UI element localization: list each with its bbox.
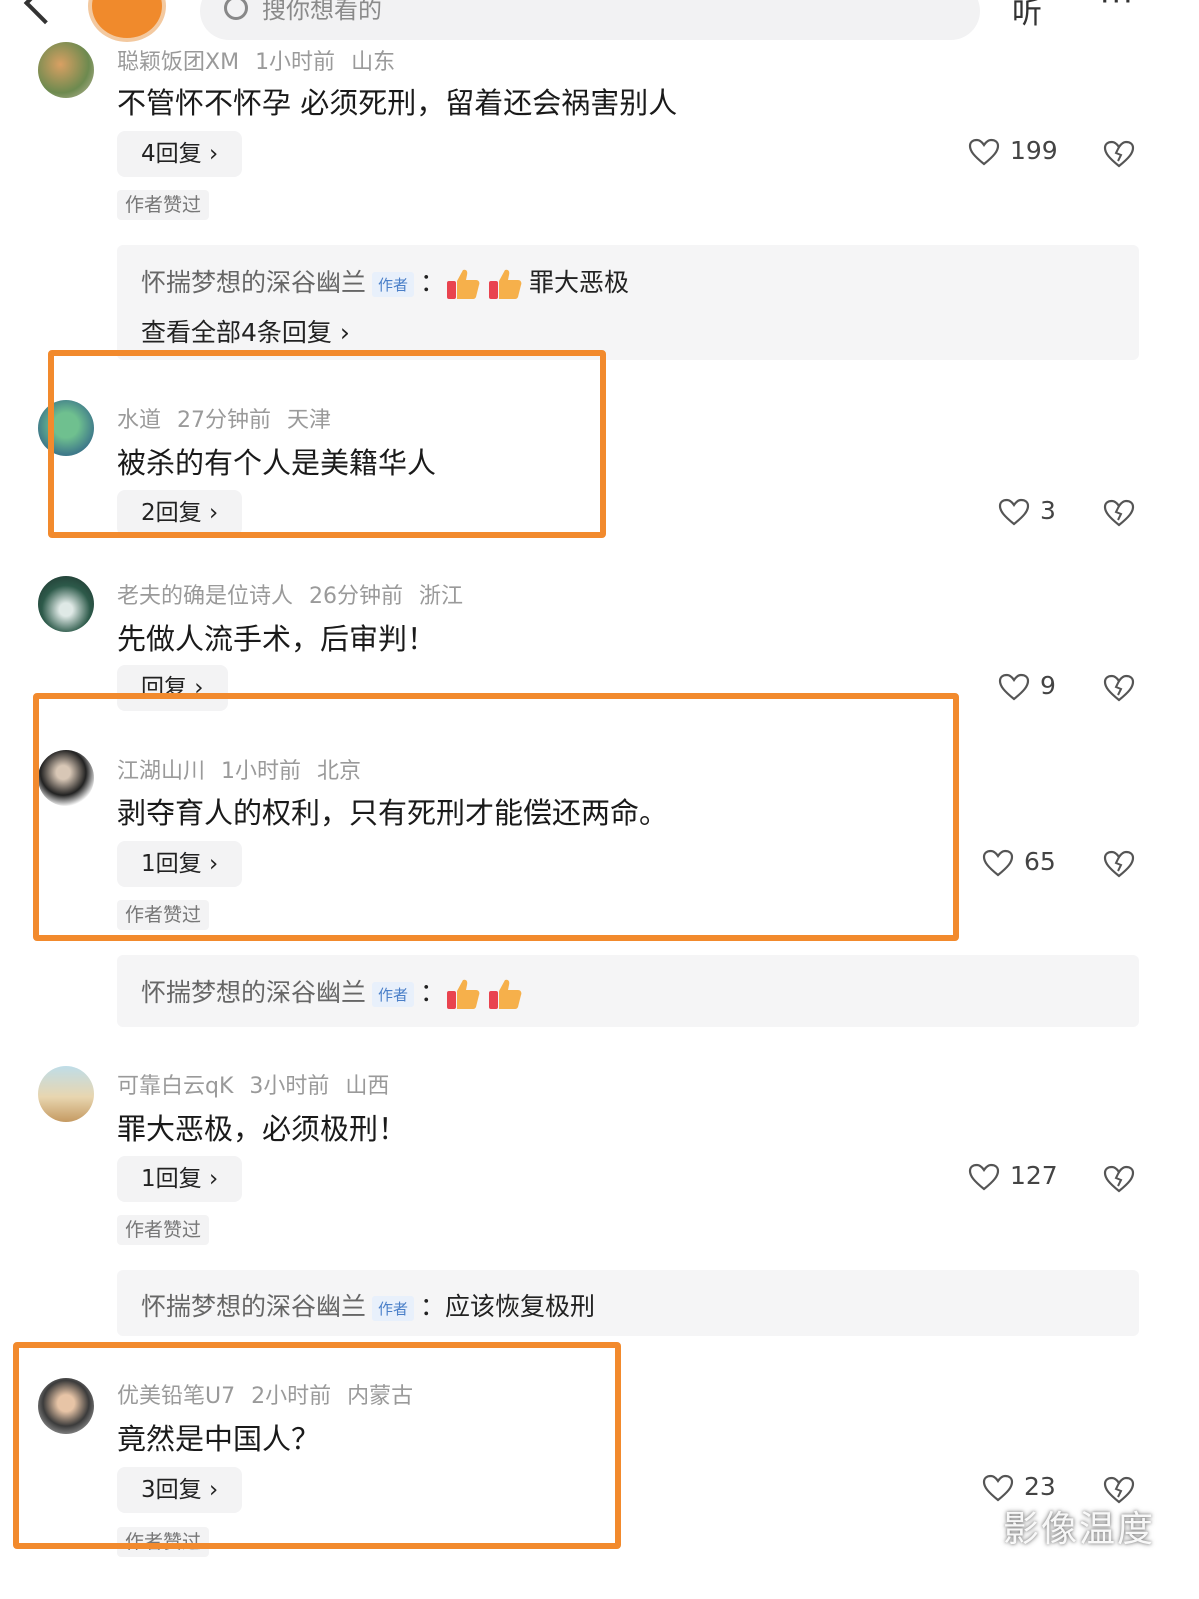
timestamp: 1小时前: [221, 759, 302, 784]
app-logo: [88, 0, 166, 42]
author-tag: 作者: [372, 981, 415, 1007]
heart-icon: [968, 138, 1000, 166]
author-liked-badge: 作者赞过: [117, 1527, 210, 1557]
replies-button[interactable]: 1回复 ›: [117, 841, 243, 887]
timestamp: 27分钟前: [177, 408, 272, 433]
timestamp: 2小时前: [251, 1384, 332, 1409]
author-liked-badge: 作者赞过: [117, 1215, 210, 1245]
listen-button[interactable]: 听: [1012, 0, 1042, 32]
avatar[interactable]: [38, 1066, 94, 1122]
search-icon: [224, 0, 248, 20]
like-button[interactable]: 199: [968, 136, 1058, 166]
broken-heart-icon[interactable]: [1103, 498, 1135, 528]
author-liked-badge: 作者赞过: [117, 900, 210, 930]
avatar[interactable]: [38, 576, 94, 632]
comment-text: 被杀的有个人是美籍华人: [117, 446, 437, 480]
like-count: 9: [1040, 671, 1056, 700]
thumbs-up-icon: [445, 267, 481, 301]
like-count: 3: [1040, 496, 1056, 525]
avatar[interactable]: [38, 42, 94, 98]
comment-text: 罪大恶极，必须极刑！: [117, 1112, 408, 1146]
comment-text: 剥夺育人的权利，只有死刑才能偿还两命。: [117, 796, 669, 830]
comment-meta: 可靠白云qK 3小时前 山西: [117, 1068, 405, 1100]
location: 山东: [351, 50, 396, 75]
comment-text: 先做人流手术，后审判！: [117, 622, 437, 656]
username[interactable]: 聪颖饭团XM: [117, 50, 239, 75]
broken-heart-icon[interactable]: [1103, 139, 1135, 169]
location: 天津: [287, 408, 332, 433]
heart-icon: [982, 1474, 1014, 1502]
search-input[interactable]: 搜你想看的: [200, 0, 980, 40]
watermark: 影像温度: [1003, 1509, 1156, 1550]
like-button[interactable]: 3: [998, 496, 1056, 526]
author-liked-badge: 作者赞过: [117, 190, 210, 220]
like-count: 65: [1024, 847, 1056, 876]
comment-meta: 聪颖饭团XM 1小时前 山东: [117, 44, 411, 76]
broken-heart-icon[interactable]: [1103, 1164, 1135, 1194]
broken-heart-icon[interactable]: [1103, 673, 1135, 703]
comment-meta: 优美铅笔U7 2小时前 内蒙古: [117, 1378, 429, 1410]
author-reply-box[interactable]: 怀揣梦想的深谷幽兰 作者：罪大恶极 查看全部4条回复 ›: [117, 245, 1139, 360]
author-tag: 作者: [372, 1295, 415, 1321]
view-all-replies-link[interactable]: 查看全部4条回复 ›: [141, 313, 350, 349]
username[interactable]: 江湖山川: [117, 759, 205, 784]
avatar[interactable]: [38, 400, 94, 456]
comment-text: 竟然是中国人？: [117, 1422, 321, 1456]
timestamp: 1小时前: [255, 50, 336, 75]
author-reply-line: 怀揣梦想的深谷幽兰 作者：罪大恶极: [141, 263, 629, 301]
comment-meta: 老夫的确是位诗人 26分钟前 浙江: [117, 578, 479, 610]
author-reply-text: 应该恢复极刑: [445, 1292, 596, 1321]
username[interactable]: 优美铅笔U7: [117, 1384, 235, 1409]
like-button[interactable]: 9: [998, 671, 1056, 701]
back-arrow-icon[interactable]: [23, 0, 67, 25]
comment-meta: 江湖山川 1小时前 北京: [117, 753, 377, 785]
location: 北京: [317, 759, 362, 784]
replies-button[interactable]: 3回复 ›: [117, 1467, 243, 1513]
location: 浙江: [419, 584, 464, 609]
thumbs-up-icon: [487, 267, 523, 301]
like-button[interactable]: 65: [982, 847, 1056, 877]
comment-meta: 水道 27分钟前 天津: [117, 402, 347, 434]
username[interactable]: 老夫的确是位诗人: [117, 584, 293, 609]
timestamp: 3小时前: [249, 1074, 330, 1099]
author-reply-line: 怀揣梦想的深谷幽兰 作者：: [141, 973, 529, 1011]
author-name[interactable]: 怀揣梦想的深谷幽兰: [141, 1292, 366, 1321]
search-placeholder: 搜你想看的: [262, 0, 382, 24]
author-reply-text: 罪大恶极: [529, 268, 630, 297]
heart-icon: [968, 1163, 1000, 1191]
username[interactable]: 水道: [117, 408, 161, 433]
like-count: 127: [1010, 1161, 1058, 1190]
heart-icon: [998, 498, 1030, 526]
replies-button[interactable]: 4回复 ›: [117, 131, 243, 177]
comment-text: 不管怀不怀孕 必须死刑，留着还会祸害别人: [117, 86, 678, 120]
author-reply-box[interactable]: 怀揣梦想的深谷幽兰 作者：: [117, 955, 1139, 1027]
thumbs-up-icon: [487, 977, 523, 1011]
timestamp: 26分钟前: [309, 584, 404, 609]
heart-icon: [998, 673, 1030, 701]
like-button[interactable]: 23: [982, 1472, 1056, 1502]
author-reply-box[interactable]: 怀揣梦想的深谷幽兰 作者 ：应该恢复极刑: [117, 1270, 1139, 1336]
location: 山西: [345, 1074, 390, 1099]
author-name[interactable]: 怀揣梦想的深谷幽兰: [141, 268, 366, 297]
heart-icon: [982, 849, 1014, 877]
replies-button[interactable]: 回复 ›: [117, 665, 228, 711]
author-name[interactable]: 怀揣梦想的深谷幽兰: [141, 978, 366, 1007]
broken-heart-icon[interactable]: [1103, 849, 1135, 879]
author-reply-line: 怀揣梦想的深谷幽兰 作者 ：应该恢复极刑: [141, 1292, 596, 1321]
replies-button[interactable]: 1回复 ›: [117, 1156, 243, 1202]
avatar[interactable]: [38, 750, 94, 806]
avatar[interactable]: [38, 1378, 94, 1434]
author-tag: 作者: [372, 271, 415, 297]
location: 内蒙古: [347, 1384, 414, 1409]
replies-button[interactable]: 2回复 ›: [117, 490, 243, 536]
more-icon[interactable]: ···: [1100, 0, 1135, 19]
like-count: 199: [1010, 136, 1058, 165]
thumbs-up-icon: [445, 977, 481, 1011]
like-button[interactable]: 127: [968, 1161, 1058, 1191]
like-count: 23: [1024, 1472, 1056, 1501]
username[interactable]: 可靠白云qK: [117, 1074, 233, 1099]
top-bar: 搜你想看的 听 ···: [0, 0, 1199, 46]
